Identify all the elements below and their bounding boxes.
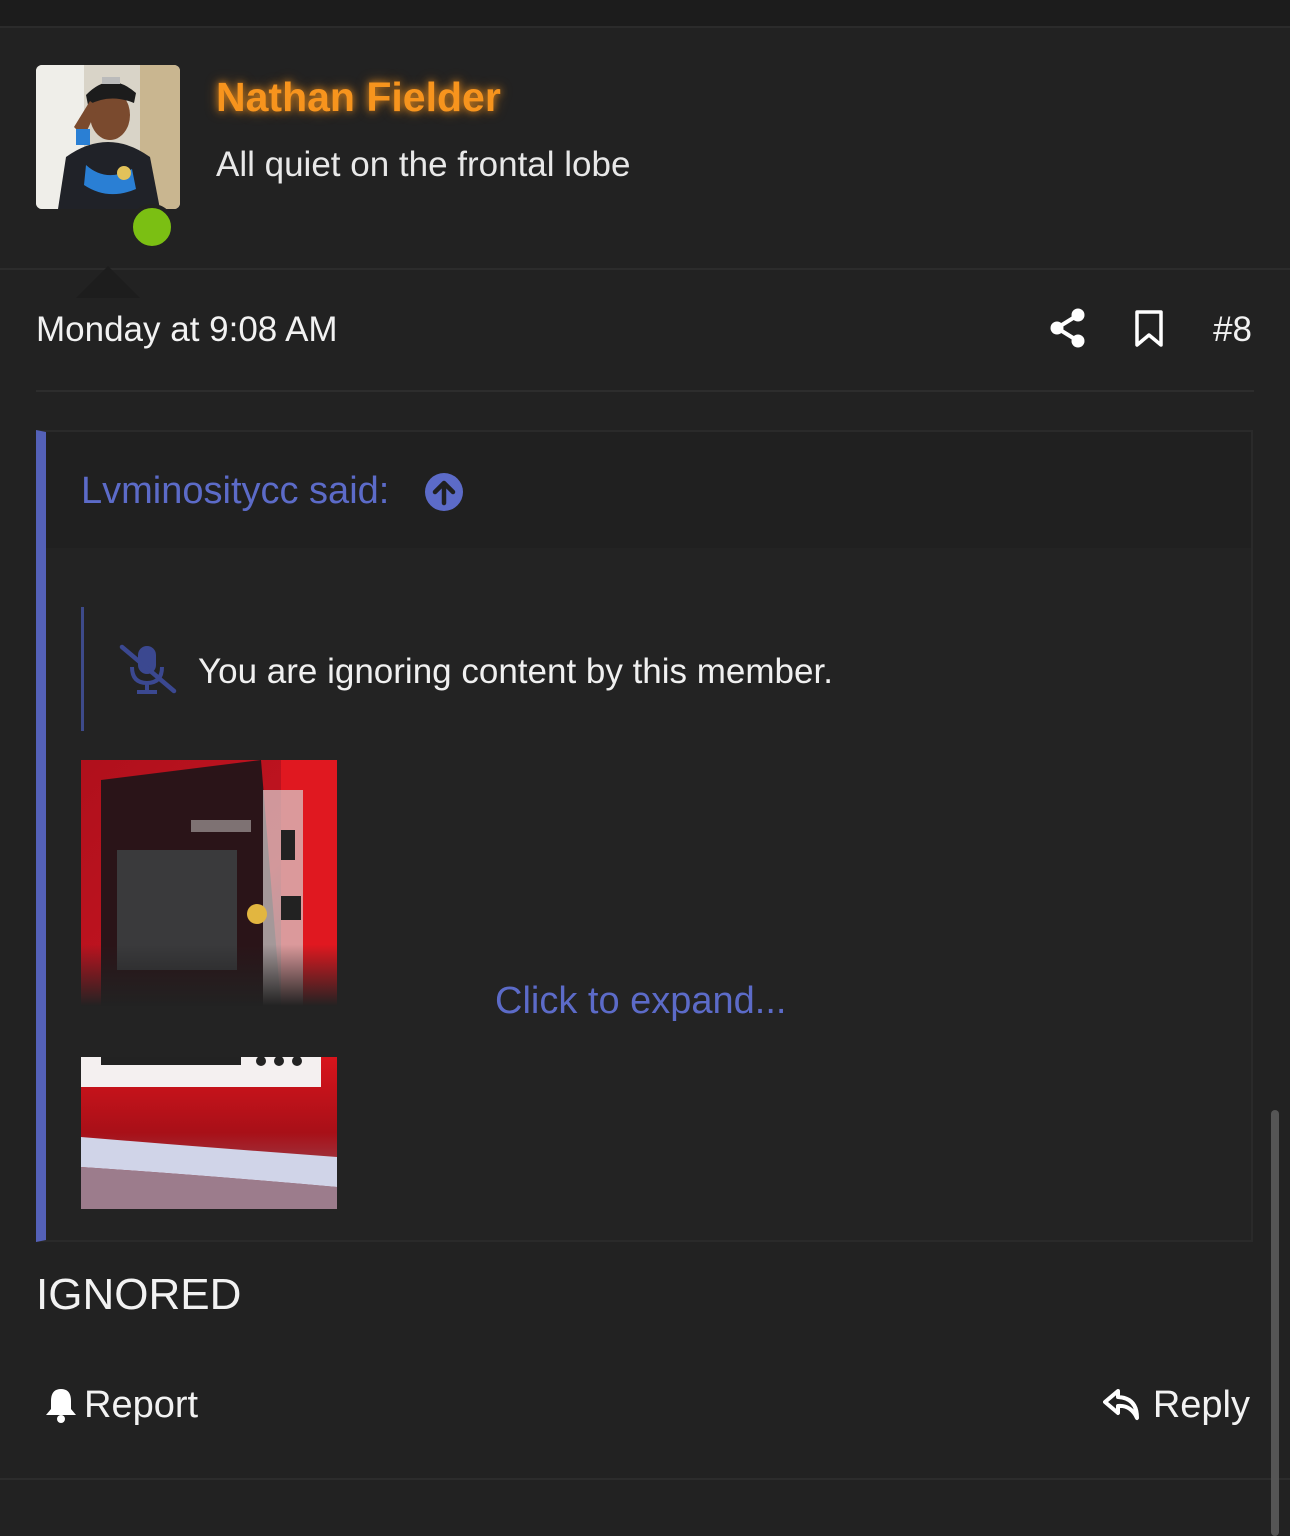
report-button[interactable]: Report bbox=[44, 1380, 198, 1430]
quote-author-link[interactable]: Lvminositycc said: bbox=[81, 470, 389, 513]
ignored-notice-text: You are ignoring content by this member. bbox=[198, 652, 833, 691]
post-user-block: Nathan Fielder All quiet on the frontal … bbox=[0, 28, 1290, 298]
avatar[interactable] bbox=[36, 65, 180, 209]
post-number-link[interactable]: #8 bbox=[1213, 310, 1252, 350]
forum-post-page: Nathan Fielder All quiet on the frontal … bbox=[0, 0, 1290, 1536]
quoted-image-secondary[interactable] bbox=[81, 1057, 337, 1209]
quote-block: Lvminositycc said: You are ignoring cont… bbox=[36, 430, 1253, 1242]
avatar-image bbox=[36, 65, 180, 209]
quote-header: Lvminositycc said: bbox=[46, 432, 1251, 548]
click-to-expand-link[interactable]: Click to expand... bbox=[495, 980, 786, 1023]
reply-arrow-icon bbox=[1102, 1389, 1139, 1420]
vertical-scrollbar[interactable] bbox=[1271, 1110, 1279, 1536]
user-title: All quiet on the frontal lobe bbox=[216, 145, 631, 184]
quoted-image-graphic bbox=[81, 760, 337, 1006]
previous-post-edge bbox=[0, 0, 1290, 28]
bookmark-icon[interactable] bbox=[1134, 310, 1164, 348]
post-header: Monday at 9:08 AM #8 bbox=[36, 290, 1254, 392]
post-date-link[interactable]: Monday at 9:08 AM bbox=[36, 310, 338, 350]
report-label: Report bbox=[84, 1383, 199, 1426]
ignored-content-notice: You are ignoring content by this member. bbox=[81, 607, 984, 731]
bell-icon bbox=[46, 1389, 76, 1423]
quoted-image[interactable] bbox=[81, 760, 337, 1006]
username-link[interactable]: Nathan Fielder bbox=[216, 74, 501, 121]
online-status-dot bbox=[129, 204, 175, 250]
reply-button[interactable]: Reply bbox=[1102, 1380, 1250, 1430]
arrow-up-circle-icon[interactable] bbox=[424, 472, 464, 512]
quoted-image-secondary-graphic bbox=[81, 1057, 337, 1209]
share-icon[interactable] bbox=[1050, 308, 1086, 348]
reply-label: Reply bbox=[1152, 1383, 1250, 1426]
post-divider bbox=[0, 1478, 1290, 1480]
microphone-slash-icon bbox=[119, 644, 177, 694]
post-body-text: IGNORED bbox=[36, 1270, 242, 1319]
